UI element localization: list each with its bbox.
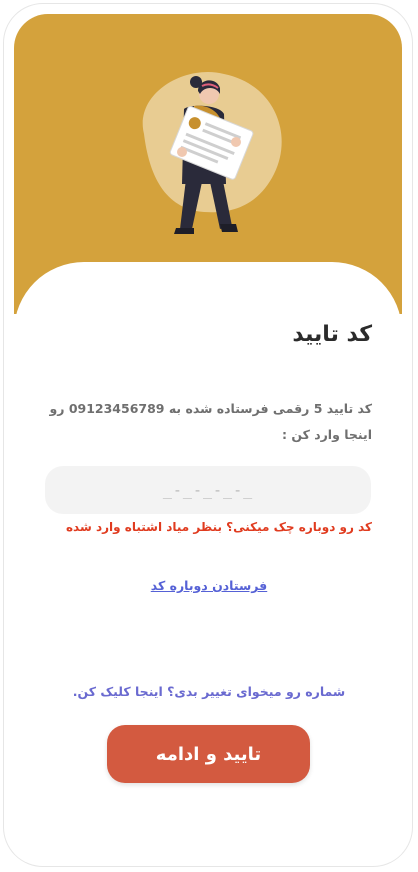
resend-code-link[interactable]: فرستادن دوباره کد: [0, 578, 418, 593]
woman-holding-document-illustration: [142, 72, 282, 234]
change-number-link[interactable]: شماره رو میخوای تغییر بدی؟ اینجا کلیک کن…: [0, 684, 418, 699]
verification-code-input[interactable]: [45, 466, 371, 514]
error-message: کد رو دوباره چک میکنی؟ بنظر میاد اشتباه …: [65, 520, 372, 534]
verification-description: کد تایید 5 رقمی فرستاده شده به 091234567…: [49, 401, 372, 442]
page-title: کد تایید: [292, 322, 372, 347]
confirm-continue-button[interactable]: تایید و ادامه: [107, 725, 310, 783]
